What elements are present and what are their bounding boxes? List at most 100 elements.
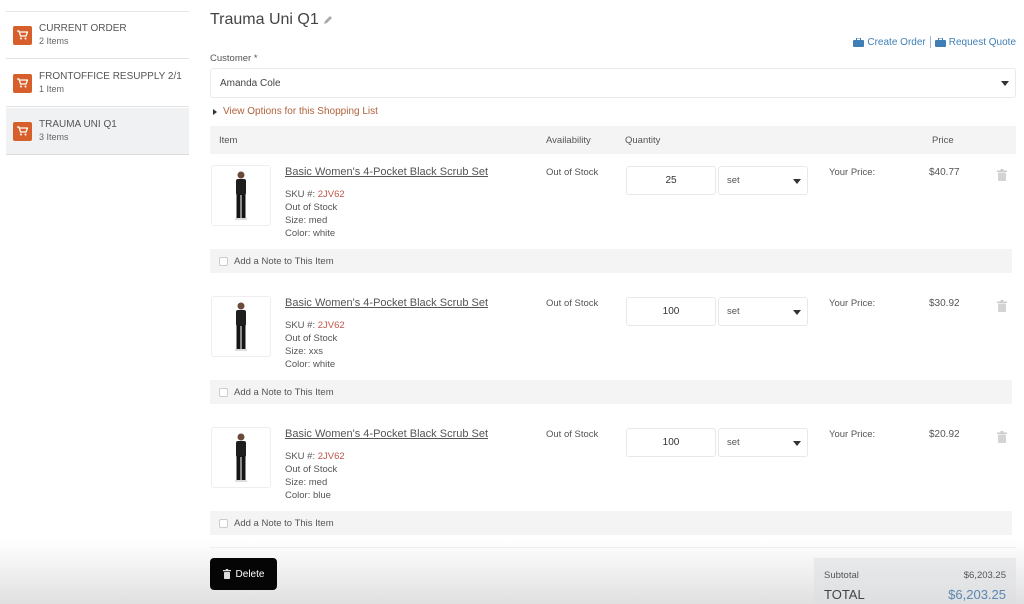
list-title: TRAUMA UNI Q1 bbox=[39, 119, 117, 130]
price-value: $30.92 bbox=[929, 298, 960, 309]
your-price-label: Your Price: bbox=[829, 298, 876, 309]
stock-status: Out of Stock bbox=[285, 202, 338, 213]
column-header-price: Price bbox=[932, 135, 954, 146]
shopping-lists-sidebar: CURRENT ORDER 2 Items FRONTOFFICE RESUPP… bbox=[0, 0, 190, 604]
unit-select[interactable]: set bbox=[718, 428, 808, 457]
divider bbox=[929, 36, 931, 48]
table-row: Basic Women's 4-Pocket Black Scrub Set S… bbox=[210, 286, 1016, 417]
table-row: Basic Women's 4-Pocket Black Scrub Set S… bbox=[210, 417, 1016, 548]
sidebar-item-frontoffice-resupply[interactable]: FRONTOFFICE RESUPPLY 2/1 1 Item bbox=[6, 60, 189, 107]
quantity-input[interactable] bbox=[626, 297, 716, 326]
pencil-icon[interactable] bbox=[323, 12, 333, 30]
product-name-link[interactable]: Basic Women's 4-Pocket Black Scrub Set bbox=[285, 166, 488, 178]
column-header-item: Item bbox=[219, 135, 238, 146]
unit-select[interactable]: set bbox=[718, 297, 808, 326]
caret-down-icon bbox=[793, 441, 801, 446]
caret-down-icon bbox=[1001, 81, 1009, 86]
cart-icon bbox=[13, 121, 32, 141]
quantity-input[interactable] bbox=[626, 166, 716, 195]
unit-select[interactable]: set bbox=[718, 166, 808, 195]
price-value: $20.92 bbox=[929, 429, 960, 440]
subtotal-label: Subtotal bbox=[824, 570, 859, 581]
add-note-checkbox[interactable] bbox=[219, 387, 228, 397]
stock-status: Out of Stock bbox=[285, 464, 338, 475]
customer-label: Customer * bbox=[210, 53, 258, 64]
list-title: CURRENT ORDER bbox=[39, 23, 127, 34]
sku-value: 2JV62 bbox=[317, 451, 345, 462]
price-value: $40.77 bbox=[929, 167, 960, 178]
product-details: SKU #: 2JV62 Out of Stock Size: med Colo… bbox=[285, 450, 345, 502]
trash-icon bbox=[222, 569, 231, 579]
unit-value: set bbox=[727, 437, 740, 448]
sidebar-item-trauma-uni-q1[interactable]: TRAUMA UNI Q1 3 Items bbox=[6, 108, 189, 155]
trash-icon[interactable] bbox=[997, 169, 1007, 184]
availability-status: Out of Stock bbox=[546, 298, 599, 309]
customer-select[interactable]: Amanda Cole bbox=[210, 68, 1016, 98]
briefcase-icon bbox=[934, 37, 946, 47]
size-value: Size: xxs bbox=[285, 346, 324, 357]
divider bbox=[210, 547, 1016, 548]
product-name-link[interactable]: Basic Women's 4-Pocket Black Scrub Set bbox=[285, 428, 488, 440]
product-details: SKU #: 2JV62 Out of Stock Size: xxs Colo… bbox=[285, 319, 345, 371]
column-header-availability: Availability bbox=[546, 135, 591, 146]
quantity-input[interactable] bbox=[626, 428, 716, 457]
product-name-link[interactable]: Basic Women's 4-Pocket Black Scrub Set bbox=[285, 297, 488, 309]
list-title: FRONTOFFICE RESUPPLY 2/1 bbox=[39, 71, 182, 82]
order-totals: Subtotal $6,203.25 TOTAL $6,203.25 bbox=[814, 558, 1016, 604]
briefcase-icon bbox=[853, 37, 865, 47]
customer-value: Amanda Cole bbox=[220, 77, 281, 89]
page-title: Trauma Uni Q1 bbox=[210, 9, 333, 30]
sku-value: 2JV62 bbox=[317, 320, 345, 331]
subtotal-value: $6,203.25 bbox=[963, 570, 1006, 581]
view-options-toggle[interactable]: View Options for this Shopping List bbox=[213, 106, 378, 117]
unit-value: set bbox=[727, 306, 740, 317]
list-actions: Create Order Request Quote bbox=[853, 36, 1016, 48]
total-value: $6,203.25 bbox=[948, 587, 1006, 602]
table-row: Basic Women's 4-Pocket Black Scrub Set S… bbox=[210, 155, 1016, 286]
product-image[interactable] bbox=[211, 296, 271, 357]
add-note-row: Add a Note to This Item bbox=[210, 380, 1012, 404]
create-order-link[interactable]: Create Order bbox=[853, 36, 926, 48]
caret-right-icon bbox=[213, 108, 217, 115]
color-value: Color: white bbox=[285, 228, 336, 239]
sidebar-item-current-order[interactable]: CURRENT ORDER 2 Items bbox=[6, 12, 189, 59]
trash-icon[interactable] bbox=[997, 431, 1007, 446]
color-value: Color: white bbox=[285, 359, 336, 370]
add-note-checkbox[interactable] bbox=[219, 256, 228, 266]
request-quote-link[interactable]: Request Quote bbox=[934, 36, 1016, 48]
list-item-count: 3 Items bbox=[39, 132, 69, 142]
add-note-row: Add a Note to This Item bbox=[210, 249, 1012, 273]
color-value: Color: blue bbox=[285, 490, 331, 501]
cart-icon bbox=[13, 73, 32, 93]
list-item-count: 2 Items bbox=[39, 36, 69, 46]
shopping-list-main: Trauma Uni Q1 Create Order Request Quote… bbox=[210, 0, 1016, 604]
stock-status: Out of Stock bbox=[285, 333, 338, 344]
delete-button[interactable]: Delete bbox=[210, 558, 277, 590]
product-details: SKU #: 2JV62 Out of Stock Size: med Colo… bbox=[285, 188, 345, 240]
create-order-label: Create Order bbox=[867, 36, 926, 48]
caret-down-icon bbox=[793, 179, 801, 184]
product-image[interactable] bbox=[211, 427, 271, 488]
add-note-label[interactable]: Add a Note to This Item bbox=[234, 256, 334, 267]
add-note-checkbox[interactable] bbox=[219, 518, 228, 528]
add-note-row: Add a Note to This Item bbox=[210, 511, 1012, 535]
availability-status: Out of Stock bbox=[546, 429, 599, 440]
availability-status: Out of Stock bbox=[546, 167, 599, 178]
caret-down-icon bbox=[793, 310, 801, 315]
delete-label: Delete bbox=[235, 568, 265, 580]
unit-value: set bbox=[727, 175, 740, 186]
column-header-quantity: Quantity bbox=[625, 135, 661, 146]
your-price-label: Your Price: bbox=[829, 167, 876, 178]
size-value: Size: med bbox=[285, 215, 328, 226]
product-image[interactable] bbox=[211, 165, 271, 226]
add-note-label[interactable]: Add a Note to This Item bbox=[234, 518, 334, 529]
add-note-label[interactable]: Add a Note to This Item bbox=[234, 387, 334, 398]
list-item-count: 1 Item bbox=[39, 84, 65, 94]
request-quote-label: Request Quote bbox=[948, 36, 1016, 48]
size-value: Size: med bbox=[285, 477, 328, 488]
sku-label: SKU #: bbox=[285, 320, 316, 331]
your-price-label: Your Price: bbox=[829, 429, 876, 440]
sku-label: SKU #: bbox=[285, 451, 316, 462]
list-name: Trauma Uni Q1 bbox=[210, 10, 319, 28]
trash-icon[interactable] bbox=[997, 300, 1007, 315]
